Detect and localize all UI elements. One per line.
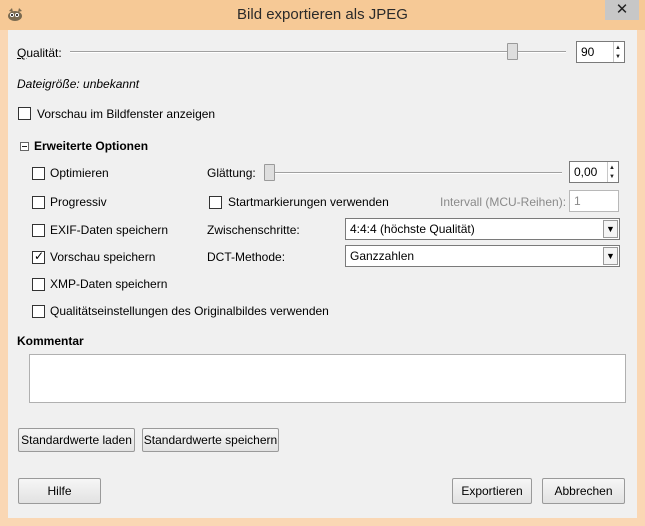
preview-in-window-label[interactable]: Vorschau im Bildfenster anzeigen <box>37 107 215 121</box>
subsampling-value: 4:4:4 (höchste Qualität) <box>350 222 475 236</box>
dropdown-arrow-icon[interactable]: ▼ <box>603 220 618 238</box>
load-defaults-button[interactable]: Standardwerte laden <box>18 428 135 452</box>
thumbnail-label[interactable]: Vorschau speichern <box>50 250 155 264</box>
interval-value: 1 <box>574 194 581 208</box>
smoothing-label: Glättung: <box>207 166 256 180</box>
smoothing-slider-thumb[interactable] <box>264 164 275 181</box>
dct-label: DCT-Methode: <box>207 250 286 264</box>
optimize-label[interactable]: Optimieren <box>50 166 109 180</box>
interval-label: Intervall (MCU-Reihen): <box>440 195 567 209</box>
quality-spin-arrows[interactable]: ▲ ▼ <box>613 42 624 62</box>
xmp-label[interactable]: XMP-Daten speichern <box>50 277 167 291</box>
dialog-content: Qualität: 90 ▲ ▼ Dateigröße: unbekannt V… <box>8 30 637 518</box>
xmp-checkbox[interactable] <box>32 278 45 291</box>
collapse-expander-icon[interactable] <box>20 142 29 151</box>
advanced-options-title[interactable]: Erweiterte Optionen <box>34 139 148 153</box>
close-icon: ✕ <box>615 1 629 18</box>
spin-down-icon[interactable]: ▼ <box>609 174 615 180</box>
preview-in-window-checkbox[interactable] <box>18 107 31 120</box>
spin-down-icon[interactable]: ▼ <box>615 54 621 60</box>
filesize-label: Dateigröße: unbekannt <box>17 77 140 91</box>
quality-spinbutton[interactable]: 90 ▲ ▼ <box>576 41 625 63</box>
export-button[interactable]: Exportieren <box>452 478 532 504</box>
smoothing-spin-arrows[interactable]: ▲ ▼ <box>607 162 618 182</box>
smoothing-value: 0,00 <box>574 165 598 179</box>
checkmark-icon: ✓ <box>34 249 45 263</box>
window-title: Bild exportieren als JPEG <box>237 6 408 23</box>
subsampling-combobox[interactable]: 4:4:4 (höchste Qualität) ▼ <box>345 218 620 240</box>
restart-markers-checkbox[interactable] <box>209 196 222 209</box>
export-jpeg-dialog: Bild exportieren als JPEG ✕ Qualität: 90… <box>0 0 645 526</box>
spin-up-icon[interactable]: ▲ <box>609 165 615 171</box>
title-bar[interactable]: Bild exportieren als JPEG ✕ <box>0 0 645 30</box>
quality-value: 90 <box>581 45 595 59</box>
smoothing-slider-track[interactable] <box>264 172 562 174</box>
exif-checkbox[interactable] <box>32 224 45 237</box>
help-button[interactable]: Hilfe <box>18 478 101 504</box>
close-button[interactable]: ✕ <box>605 0 639 20</box>
thumbnail-checkbox[interactable]: ✓ <box>32 249 45 264</box>
comment-textarea[interactable] <box>29 354 626 403</box>
progressive-label[interactable]: Progressiv <box>50 195 107 209</box>
cancel-button[interactable]: Abbrechen <box>542 478 625 504</box>
exif-label[interactable]: EXIF-Daten speichern <box>50 223 168 237</box>
dct-value: Ganzzahlen <box>350 249 415 263</box>
comment-label: Kommentar <box>17 334 84 348</box>
use-original-quality-checkbox[interactable] <box>32 305 45 318</box>
subsampling-label: Zwischenschritte: <box>207 223 300 237</box>
dct-combobox[interactable]: Ganzzahlen ▼ <box>345 245 620 267</box>
use-original-quality-label[interactable]: Qualitätseinstellungen des Originalbilde… <box>50 304 329 318</box>
quality-slider-track[interactable] <box>70 51 566 53</box>
optimize-checkbox[interactable] <box>32 167 45 180</box>
smoothing-spinbutton[interactable]: 0,00 ▲ ▼ <box>569 161 619 183</box>
quality-slider-thumb[interactable] <box>507 43 519 60</box>
progressive-checkbox[interactable] <box>32 196 45 209</box>
restart-markers-label[interactable]: Startmarkierungen verwenden <box>228 195 389 209</box>
spin-up-icon[interactable]: ▲ <box>615 45 621 51</box>
interval-spinbutton[interactable]: 1 <box>569 190 619 212</box>
quality-label-rest: ualität: <box>26 46 62 60</box>
dropdown-arrow-icon[interactable]: ▼ <box>603 247 618 265</box>
quality-label: Qualität: <box>17 46 62 60</box>
save-defaults-button[interactable]: Standardwerte speichern <box>142 428 279 452</box>
